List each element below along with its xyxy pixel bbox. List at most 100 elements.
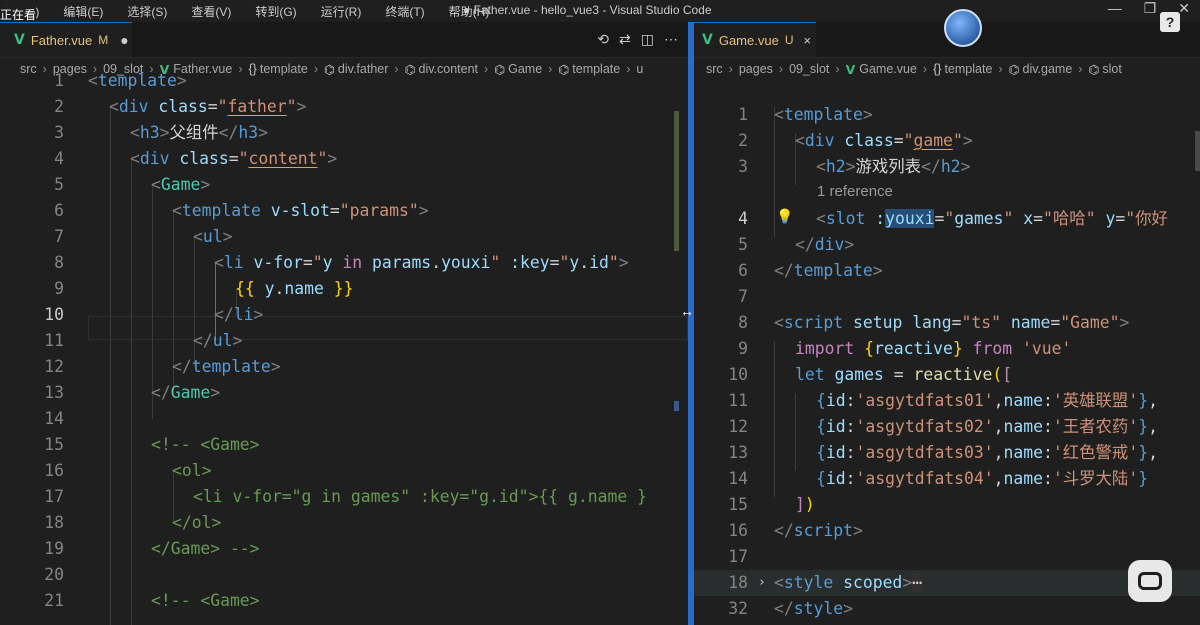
line-number: 12 <box>728 417 748 436</box>
fold-chevron-icon[interactable]: › <box>758 570 766 596</box>
code-line: </li> <box>214 305 264 324</box>
menu-run[interactable]: 运行(R) <box>307 0 372 22</box>
tab-label: Father.vue <box>30 32 93 48</box>
line-number: 14 <box>728 469 748 488</box>
line-number: 13 <box>728 443 748 462</box>
code-line: <template> <box>774 105 873 124</box>
breadcrumb-item[interactable]: Game.vue <box>859 62 917 76</box>
code-line: {{ y.name }} <box>235 279 354 298</box>
code-line: </ol> <box>172 513 222 532</box>
more-actions-icon[interactable]: ⋯ <box>664 31 678 48</box>
code-line: </script> <box>774 521 863 540</box>
floating-avatar[interactable] <box>944 9 982 47</box>
overlay-watching-label: 正在看 <box>0 6 37 23</box>
code-line: </ul> <box>193 331 243 350</box>
menu-edit[interactable]: 编辑(E) <box>49 0 113 22</box>
element-icon: ⌬ <box>1088 62 1100 77</box>
modified-badge: M <box>98 33 109 47</box>
line-number-current: 10 <box>44 305 64 324</box>
help-icon[interactable]: ? <box>1160 12 1180 32</box>
line-number: 18 <box>44 513 64 532</box>
restore-icon[interactable]: ❐ <box>1144 0 1157 17</box>
code-line: <h3>父组件</h3> <box>130 123 269 142</box>
vue-file-icon: V <box>14 32 25 48</box>
code-line: <!-- <Game> <box>151 591 260 610</box>
line-number: 21 <box>44 591 64 610</box>
timeline-icon[interactable]: ⟲ <box>597 31 609 48</box>
menu-view[interactable]: 查看(V) <box>177 0 241 22</box>
tab-game-vue[interactable]: V Game.vue U × <box>694 22 816 57</box>
line-number: 9 <box>54 279 64 298</box>
code-line: <li v-for="g in games" :key="g.id">{{ g.… <box>193 487 647 506</box>
line-number: 10 <box>728 365 748 384</box>
element-icon: ⌬ <box>1008 62 1020 77</box>
tv-player-icon[interactable] <box>1128 560 1172 602</box>
scroll-thumb[interactable] <box>1195 131 1200 171</box>
vue-file-icon: V <box>845 61 856 77</box>
close-tab-icon[interactable]: × <box>804 33 812 48</box>
editor-pane-game: V Game.vue U × src › pages › 09_slot › V Gam… <box>694 22 1200 625</box>
line-number: 1 <box>54 71 64 90</box>
line-number: 5 <box>738 235 748 254</box>
line-number: 3 <box>54 123 64 142</box>
line-number: 12 <box>44 357 64 376</box>
code-line: <li v-for="y in params.youxi" :key="y.id… <box>214 253 629 272</box>
change-marker <box>674 111 679 251</box>
split-editor-icon[interactable]: ◫ <box>641 31 654 48</box>
minimize-icon[interactable]: — <box>1108 0 1122 17</box>
line-number: 9 <box>738 339 748 358</box>
codelens-references[interactable]: 1 reference <box>817 183 893 200</box>
line-number: 11 <box>728 391 748 410</box>
line-number: 7 <box>738 287 748 306</box>
menu-selection[interactable]: 选择(S) <box>113 0 177 22</box>
line-number: 17 <box>44 487 64 506</box>
line-number: 15 <box>44 435 64 454</box>
window-title: ● Father.vue - hello_vue3 - Visual Studi… <box>463 3 712 17</box>
resize-cursor-icon: ↔ <box>680 303 694 319</box>
code-editor[interactable]: 1 <template> 2 <div class="father"> 3 <h3>父… <box>0 71 688 625</box>
code-line: <template> <box>88 71 187 90</box>
vertical-scrollbar[interactable] <box>674 81 688 625</box>
code-editor[interactable]: 1 <template> 2 <div class="game"> 3 <h2>游戏列… <box>694 81 1200 625</box>
breadcrumb-item[interactable]: pages <box>739 62 773 76</box>
breadcrumb-item[interactable]: div.game <box>1023 62 1073 76</box>
breadcrumb-item[interactable]: src <box>706 62 723 76</box>
line-number: 7 <box>54 227 64 246</box>
line-number: 5 <box>54 175 64 194</box>
unsaved-dot-icon[interactable]: ● <box>120 32 128 48</box>
line-number: 19 <box>44 539 64 558</box>
breadcrumb-item[interactable]: 09_slot <box>789 62 829 76</box>
vue-file-icon: V <box>702 32 713 48</box>
code-line: </Game> <box>151 383 221 402</box>
code-line: <ul> <box>193 227 233 246</box>
code-line: <div class="father"> <box>109 97 307 116</box>
code-line: {id:'asgytdfats04',name:'斗罗大陆'} <box>816 469 1149 488</box>
line-number: 1 <box>738 105 748 124</box>
code-line: </Game> --> <box>151 539 260 558</box>
code-line: <Game> <box>151 175 211 194</box>
line-number: 16 <box>44 461 64 480</box>
compare-changes-icon[interactable]: ⇄ <box>619 31 631 48</box>
line-number: 8 <box>54 253 64 272</box>
close-window-icon[interactable]: ✕ <box>1178 0 1190 17</box>
code-line: <h2>游戏列表</h2> <box>816 157 971 176</box>
editor-pane-father: V Father.vue M ● ⟲ ⇄ ◫ ⋯ src › pages › 09_… <box>0 22 688 625</box>
code-line: </div> <box>795 235 855 254</box>
code-line: <slot :youxi="games" x="哈哈" y="你好 <box>816 209 1168 228</box>
selection-marker <box>674 401 679 411</box>
editor-actions: ⟲ ⇄ ◫ ⋯ <box>597 31 678 48</box>
code-line: </style> <box>774 599 853 618</box>
vertical-scrollbar[interactable] <box>1186 81 1200 625</box>
code-line: <template v-slot="params"> <box>172 201 429 220</box>
breadcrumb-item[interactable]: slot <box>1102 62 1121 76</box>
braces-icon: {} <box>933 62 942 76</box>
menu-terminal[interactable]: 终端(T) <box>371 0 434 22</box>
breadcrumb-item[interactable]: template <box>944 62 992 76</box>
code-line: let games = reactive([ <box>795 365 1013 384</box>
menu-go[interactable]: 转到(G) <box>241 0 306 22</box>
code-line: </template> <box>774 261 883 280</box>
tab-father-vue[interactable]: V Father.vue M ● <box>0 22 132 57</box>
code-line: <ol> <box>172 461 212 480</box>
code-line: ]) <box>795 495 815 514</box>
code-line: <style scoped>⋯ <box>774 573 923 592</box>
